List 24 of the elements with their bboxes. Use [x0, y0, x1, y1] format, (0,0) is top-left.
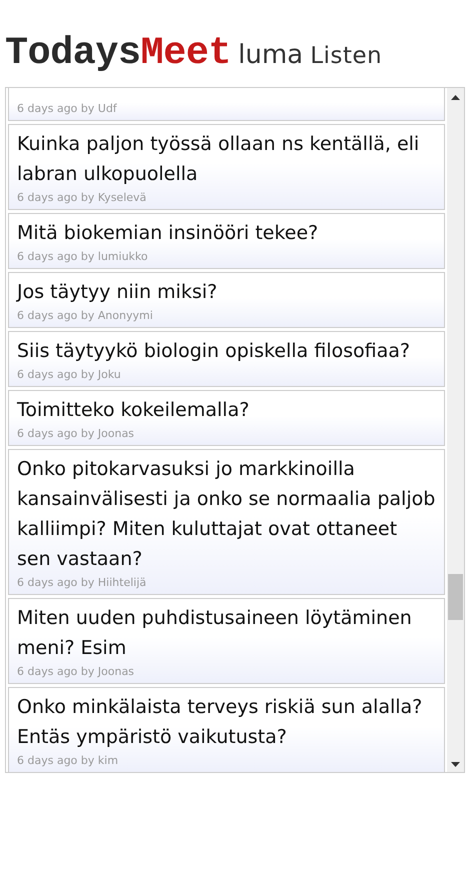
message-meta: 6 days ago by Udf	[17, 102, 117, 116]
scrollbar[interactable]	[447, 88, 464, 772]
message-text: Onko minkälaista terveys riskiä sun alalla? Entäs ympäristö vaikutusta?	[17, 695, 424, 750]
scroll-up-icon[interactable]	[451, 95, 460, 100]
message-text: Siis täytyykö biologin opiskella filosofiaa?	[17, 339, 410, 364]
scrollbar-thumb[interactable]	[448, 574, 463, 620]
message-meta: 6 days ago by Joonas	[17, 665, 134, 679]
room-title: luma	[238, 39, 304, 71]
message-meta: 6 days ago by Joonas	[17, 427, 134, 441]
scroll-down-icon[interactable]	[451, 762, 460, 767]
message-text: Jos täytyy niin miksi?	[17, 280, 218, 305]
message-text: Mitä biokemian insinööri tekee?	[17, 221, 318, 246]
message-meta: 6 days ago by Joku	[17, 368, 121, 382]
message-text: Onko pitokarvasuksi jo markkinoilla kansainvälisesti ja onko se normaalia paljob kalliimpi? Miten kuluttajat ovat ottaneet sen vastaan?	[17, 457, 436, 572]
message-meta: 6 days ago by Kyselevä	[17, 191, 146, 205]
message-meta: 6 days ago by kim	[17, 754, 118, 768]
message-meta: 6 days ago by lumiukko	[17, 250, 148, 264]
message-meta: 6 days ago by Anonyymi	[17, 309, 153, 323]
message-text: Kuinka paljon työssä ollaan ns kentällä, eli labran ulkopuolella	[17, 132, 420, 187]
logo[interactable]: TodaysMeet	[5, 33, 232, 73]
section-title: Listen	[310, 42, 382, 71]
message-text: Miten uuden puhdistusaineen löytäminen meni? Esim	[17, 606, 413, 661]
message-meta: 6 days ago by Hiihtelijä	[17, 576, 146, 590]
message-text: Toimitteko kokeilemalla?	[17, 398, 250, 423]
